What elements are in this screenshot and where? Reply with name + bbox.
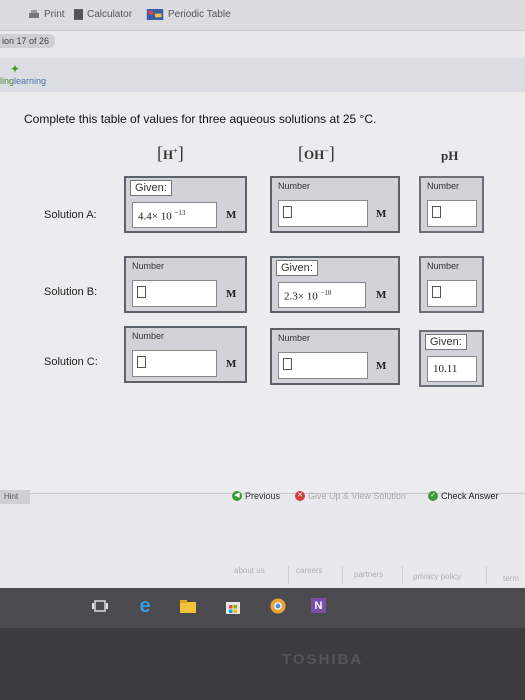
- hint-button[interactable]: Hint: [0, 490, 30, 504]
- chrome-icon[interactable]: [270, 598, 286, 614]
- previous-button[interactable]: ◀ Previous: [232, 491, 280, 501]
- b-oh-value: 2.3× 10 −10: [278, 282, 366, 308]
- cell-a-h: Given: 4.4× 10 −13 M: [124, 176, 247, 233]
- input-caret: [432, 286, 441, 298]
- footer-separator: [486, 566, 487, 584]
- cell-b-ph: Number: [419, 256, 484, 313]
- a-oh-input[interactable]: [278, 200, 368, 227]
- input-caret: [283, 358, 292, 370]
- cell-b-h: Number M: [124, 256, 247, 313]
- cell-c-h: Number M: [124, 326, 247, 383]
- calculator-label: Calculator: [87, 9, 133, 20]
- input-caret: [137, 286, 146, 298]
- b-ph-input[interactable]: [427, 280, 477, 307]
- printer-icon: [29, 9, 39, 18]
- input-caret: [137, 356, 146, 368]
- column-header-oh: [OH−]: [298, 143, 335, 163]
- given-label: Given:: [425, 334, 467, 350]
- check-icon: ✓: [428, 491, 438, 501]
- bezel-brand: TOSHIBA: [282, 651, 364, 668]
- brand-band: [0, 58, 525, 92]
- input-caret: [432, 206, 441, 218]
- give-up-button[interactable]: ✕ Give Up & View Solution: [295, 491, 406, 501]
- toolbar: Print Calculator Periodic Table: [0, 0, 525, 31]
- cell-a-ph: Number: [419, 176, 484, 233]
- b-h-input[interactable]: [132, 280, 217, 307]
- number-label: Number: [427, 261, 460, 271]
- c-oh-unit: M: [376, 360, 387, 372]
- periodic-table-button[interactable]: Periodic Table: [146, 9, 231, 20]
- number-label: Number: [132, 331, 165, 341]
- footer-link-privacy[interactable]: privacy policy: [413, 572, 461, 581]
- c-oh-input[interactable]: [278, 352, 368, 379]
- question-number: ion 17 of 26: [0, 34, 56, 48]
- a-h-mantissa: 4.4× 10: [138, 210, 172, 223]
- b-oh-unit: M: [376, 289, 387, 301]
- screen: Print Calculator Periodic Table ion 17 o…: [0, 0, 525, 610]
- a-h-exponent: −13: [174, 209, 186, 217]
- row-label-b: Solution B:: [44, 286, 98, 298]
- c-ph-number: 10.11: [433, 363, 458, 375]
- periodic-table-label: Periodic Table: [168, 9, 231, 20]
- taskbar: [0, 588, 525, 628]
- footer-separator: [402, 566, 403, 584]
- give-up-icon: ✕: [295, 491, 305, 501]
- check-answer-label: Check Answer: [441, 491, 499, 501]
- cell-c-ph: Given: 10.11: [419, 330, 484, 387]
- calculator-button[interactable]: Calculator: [74, 9, 132, 20]
- task-view-icon[interactable]: [92, 598, 108, 614]
- edge-browser-icon[interactable]: e: [137, 595, 153, 617]
- cell-a-oh: Number M: [270, 176, 400, 233]
- c-h-input[interactable]: [132, 350, 217, 377]
- check-answer-button[interactable]: ✓ Check Answer: [428, 491, 499, 501]
- number-label: Number: [278, 333, 311, 343]
- brand-right: learning: [14, 76, 47, 86]
- previous-label: Previous: [245, 491, 281, 501]
- given-label: Given:: [130, 180, 172, 196]
- footer-link-about[interactable]: about us: [234, 566, 265, 575]
- a-h-value: 4.4× 10 −13: [132, 202, 217, 228]
- brand-left: ling: [0, 76, 15, 86]
- brand-logo: linglearning: [0, 76, 46, 86]
- a-oh-unit: M: [376, 208, 387, 220]
- onenote-icon[interactable]: N: [311, 598, 326, 613]
- laptop-bezel: [0, 628, 525, 700]
- column-header-ph: pH: [441, 148, 459, 163]
- h-label: H: [163, 147, 174, 162]
- footer-separator: [288, 566, 289, 584]
- b-oh-exponent: −10: [320, 289, 332, 297]
- cell-b-oh: Given: 2.3× 10 −10 M: [270, 256, 400, 313]
- row-label-c: Solution C:: [44, 356, 98, 368]
- c-ph-value: 10.11: [427, 356, 477, 382]
- b-h-unit: M: [226, 288, 237, 300]
- footer-link-partners[interactable]: partners: [354, 570, 383, 579]
- input-caret: [283, 206, 292, 218]
- number-label: Number: [132, 261, 165, 271]
- number-label: Number: [278, 181, 311, 191]
- periodic-table-icon: [146, 9, 164, 20]
- b-oh-mantissa: 2.3× 10: [284, 290, 318, 303]
- a-ph-input[interactable]: [427, 200, 477, 227]
- footer-link-careers[interactable]: careers: [296, 566, 323, 575]
- oh-label: OH: [304, 147, 325, 162]
- column-header-h: [H+]: [157, 143, 184, 163]
- row-label-a: Solution A:: [44, 209, 97, 221]
- print-label: Print: [44, 9, 65, 20]
- cell-c-oh: Number M: [270, 328, 400, 385]
- give-up-label: Give Up & View Solution: [308, 491, 406, 501]
- sprout-icon: ✦: [10, 62, 21, 76]
- a-h-unit: M: [226, 209, 237, 221]
- c-h-unit: M: [226, 358, 237, 370]
- given-label: Given:: [276, 260, 318, 276]
- footer-separator: [342, 566, 343, 584]
- number-label: Number: [427, 181, 460, 191]
- question-text: Complete this table of values for three …: [24, 112, 377, 126]
- file-explorer-icon[interactable]: [180, 598, 196, 614]
- print-button[interactable]: Print: [28, 9, 65, 20]
- calculator-icon: [74, 9, 83, 20]
- footer-link-terms[interactable]: term: [503, 574, 519, 583]
- previous-arrow-icon: ◀: [232, 491, 242, 501]
- store-icon[interactable]: [225, 598, 241, 614]
